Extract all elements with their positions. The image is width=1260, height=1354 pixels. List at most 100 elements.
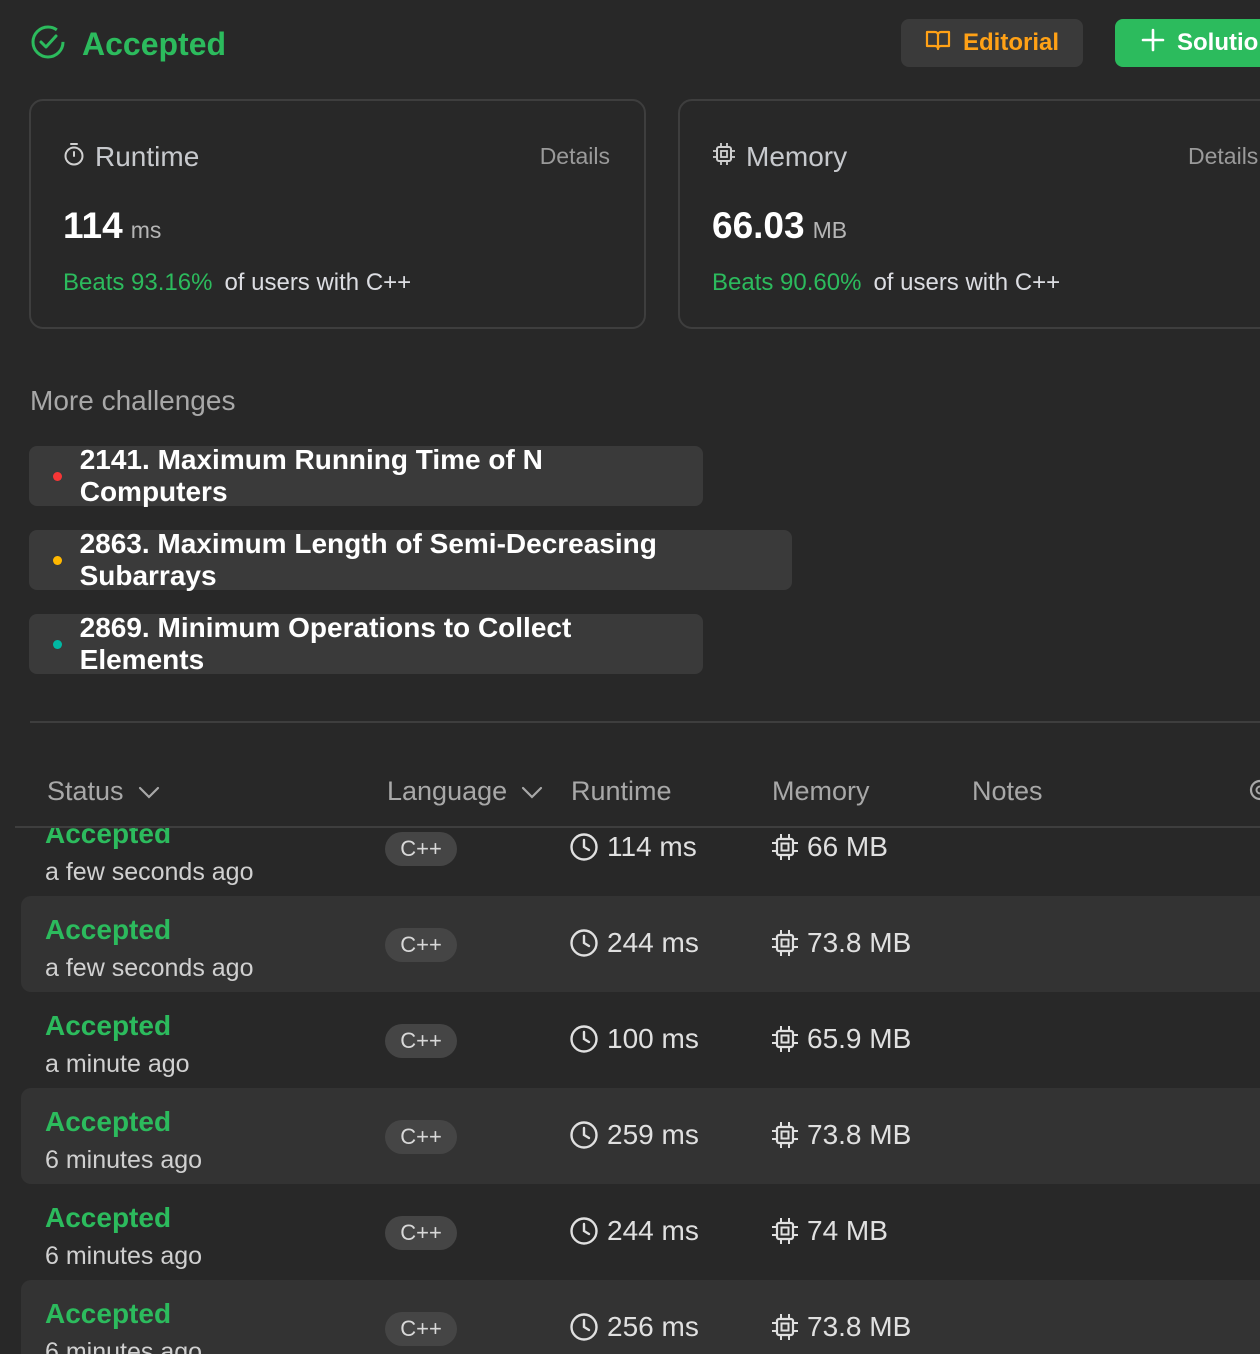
language-badge: C++	[385, 1024, 457, 1058]
submission-status: Accepted	[30, 24, 226, 65]
memory-cell: 66 MB	[771, 831, 888, 863]
chip-icon	[772, 834, 798, 860]
submission-row[interactable]: Accepted a few seconds ago C++ 244 ms 73…	[21, 896, 1260, 992]
solution-label: Solution	[1177, 29, 1260, 56]
language-badge: C++	[385, 928, 457, 962]
runtime-value: 256 ms	[607, 1311, 699, 1342]
runtime-number: 114	[63, 205, 123, 246]
submission-time: 6 minutes ago	[45, 1338, 203, 1354]
runtime-cell: 244 ms	[569, 1215, 699, 1247]
submission-status[interactable]: Accepted	[45, 914, 171, 946]
runtime-cell: 259 ms	[569, 1119, 699, 1151]
challenge-link-medium[interactable]: 2863. Maximum Length of Semi-Decreasing …	[29, 528, 792, 591]
memory-card[interactable]: Memory Details 66.03 MB Beats 90.60% of us…	[678, 99, 1260, 329]
chip-icon	[772, 1122, 798, 1148]
stopwatch-icon	[63, 141, 85, 173]
section-divider	[30, 721, 1260, 723]
clock-icon	[570, 833, 598, 861]
chip-icon	[712, 141, 736, 173]
runtime-value: 244 ms	[607, 1215, 699, 1246]
runtime-details-link[interactable]: Details	[540, 143, 610, 170]
submission-row[interactable]: Accepted a minute ago C++ 100 ms 65.9 MB	[21, 992, 1260, 1088]
memory-beats-suffix: of users with C++	[873, 269, 1061, 296]
submission-time: a few seconds ago	[45, 858, 254, 886]
language-badge: C++	[385, 1120, 457, 1154]
memory-value: 65.9 MB	[807, 1023, 912, 1054]
submission-status[interactable]: Accepted	[45, 1106, 171, 1138]
runtime-value: 259 ms	[607, 1119, 699, 1150]
memory-cell: 73.8 MB	[771, 1311, 911, 1343]
status-filter-header[interactable]: Status	[47, 776, 160, 807]
challenge-label: 2869. Minimum Operations to Collect Elem…	[79, 612, 572, 675]
more-challenges-title: More challenges	[30, 385, 236, 416]
add-solution-button[interactable]: Solution	[1115, 19, 1260, 67]
memory-beats: Beats 90.60% of users with C++	[712, 269, 1060, 297]
chevron-down-icon	[521, 776, 543, 807]
language-badge: C++	[385, 1312, 457, 1346]
challenge-link-easy[interactable]: 2869. Minimum Operations to Collect Elem…	[29, 612, 703, 675]
settings-gear-icon[interactable]	[1244, 776, 1260, 804]
memory-header: Memory	[772, 776, 870, 806]
memory-beats-percent: Beats 90.60%	[712, 269, 862, 296]
submission-row[interactable]: Accepted a few seconds ago C++ 114 ms 66…	[21, 828, 1260, 896]
submission-row[interactable]: Accepted 6 minutes ago C++ 259 ms 73.8 M…	[21, 1088, 1260, 1184]
memory-value: 73.8 MB	[807, 1119, 912, 1150]
runtime-unit: ms	[130, 217, 162, 243]
chevron-down-icon	[138, 776, 160, 807]
difficulty-medium-dot	[53, 555, 62, 565]
chip-icon	[772, 1218, 798, 1244]
memory-details-link[interactable]: Details	[1188, 143, 1258, 170]
submission-row[interactable]: Accepted 6 minutes ago C++ 256 ms 73.8 M…	[21, 1280, 1260, 1354]
submission-status[interactable]: Accepted	[45, 1202, 171, 1234]
runtime-value: 244 ms	[607, 927, 699, 958]
submissions-list: Accepted a few seconds ago C++ 114 ms 66…	[0, 828, 1260, 1354]
submission-time: a few seconds ago	[45, 954, 254, 982]
clock-icon	[570, 929, 598, 957]
submission-time: a minute ago	[45, 1050, 190, 1078]
runtime-card[interactable]: Runtime Details 114 ms Beats 93.16% of use…	[29, 99, 646, 329]
submission-status[interactable]: Accepted	[45, 1010, 171, 1042]
language-header-label: Language	[387, 776, 508, 806]
editorial-button[interactable]: Editorial	[901, 19, 1083, 67]
clock-icon	[570, 1121, 598, 1149]
runtime-value: 100 ms	[607, 1023, 699, 1054]
memory-value: 66 MB	[807, 831, 888, 862]
runtime-card-header: Runtime	[63, 141, 199, 173]
difficulty-easy-dot	[53, 639, 62, 649]
runtime-beats: Beats 93.16% of users with C++	[63, 269, 411, 297]
memory-number: 66.03	[712, 205, 805, 246]
language-badge: C++	[385, 1216, 457, 1250]
memory-value: 73.8 MB	[807, 1311, 912, 1342]
challenge-link-hard[interactable]: 2141. Maximum Running Time of N Computer…	[29, 444, 703, 507]
submission-status[interactable]: Accepted	[45, 1298, 171, 1330]
submission-row[interactable]: Accepted 6 minutes ago C++ 244 ms 74 MB	[21, 1184, 1260, 1280]
runtime-cell: 100 ms	[569, 1023, 699, 1055]
submission-time: 6 minutes ago	[45, 1242, 203, 1270]
runtime-value: 114 ms	[607, 831, 697, 862]
clock-icon	[570, 1313, 598, 1341]
chip-icon	[772, 1026, 798, 1052]
editorial-label: Editorial	[963, 29, 1060, 56]
language-badge: C++	[385, 832, 457, 866]
runtime-beats-suffix: of users with C++	[224, 269, 412, 296]
memory-cell: 65.9 MB	[771, 1023, 911, 1055]
language-filter-header[interactable]: Language	[387, 776, 543, 807]
memory-unit: MB	[812, 217, 848, 243]
submission-status[interactable]: Accepted	[45, 828, 171, 850]
clock-icon	[570, 1025, 598, 1053]
plus-icon	[1141, 28, 1165, 59]
check-circle-icon	[30, 24, 66, 65]
memory-value: 66.03 MB	[712, 205, 847, 247]
memory-card-header: Memory	[712, 141, 847, 173]
submission-time: 6 minutes ago	[45, 1146, 203, 1174]
clock-icon	[570, 1217, 598, 1245]
challenge-label: 2141. Maximum Running Time of N Computer…	[79, 444, 543, 507]
notes-header: Notes	[972, 776, 1043, 806]
runtime-card-label: Runtime	[95, 141, 200, 172]
runtime-cell: 256 ms	[569, 1311, 699, 1343]
memory-cell: 74 MB	[771, 1215, 888, 1247]
book-icon	[925, 29, 951, 58]
runtime-header: Runtime	[571, 776, 672, 806]
difficulty-hard-dot	[53, 471, 62, 481]
challenge-label: 2863. Maximum Length of Semi-Decreasing …	[79, 528, 657, 591]
